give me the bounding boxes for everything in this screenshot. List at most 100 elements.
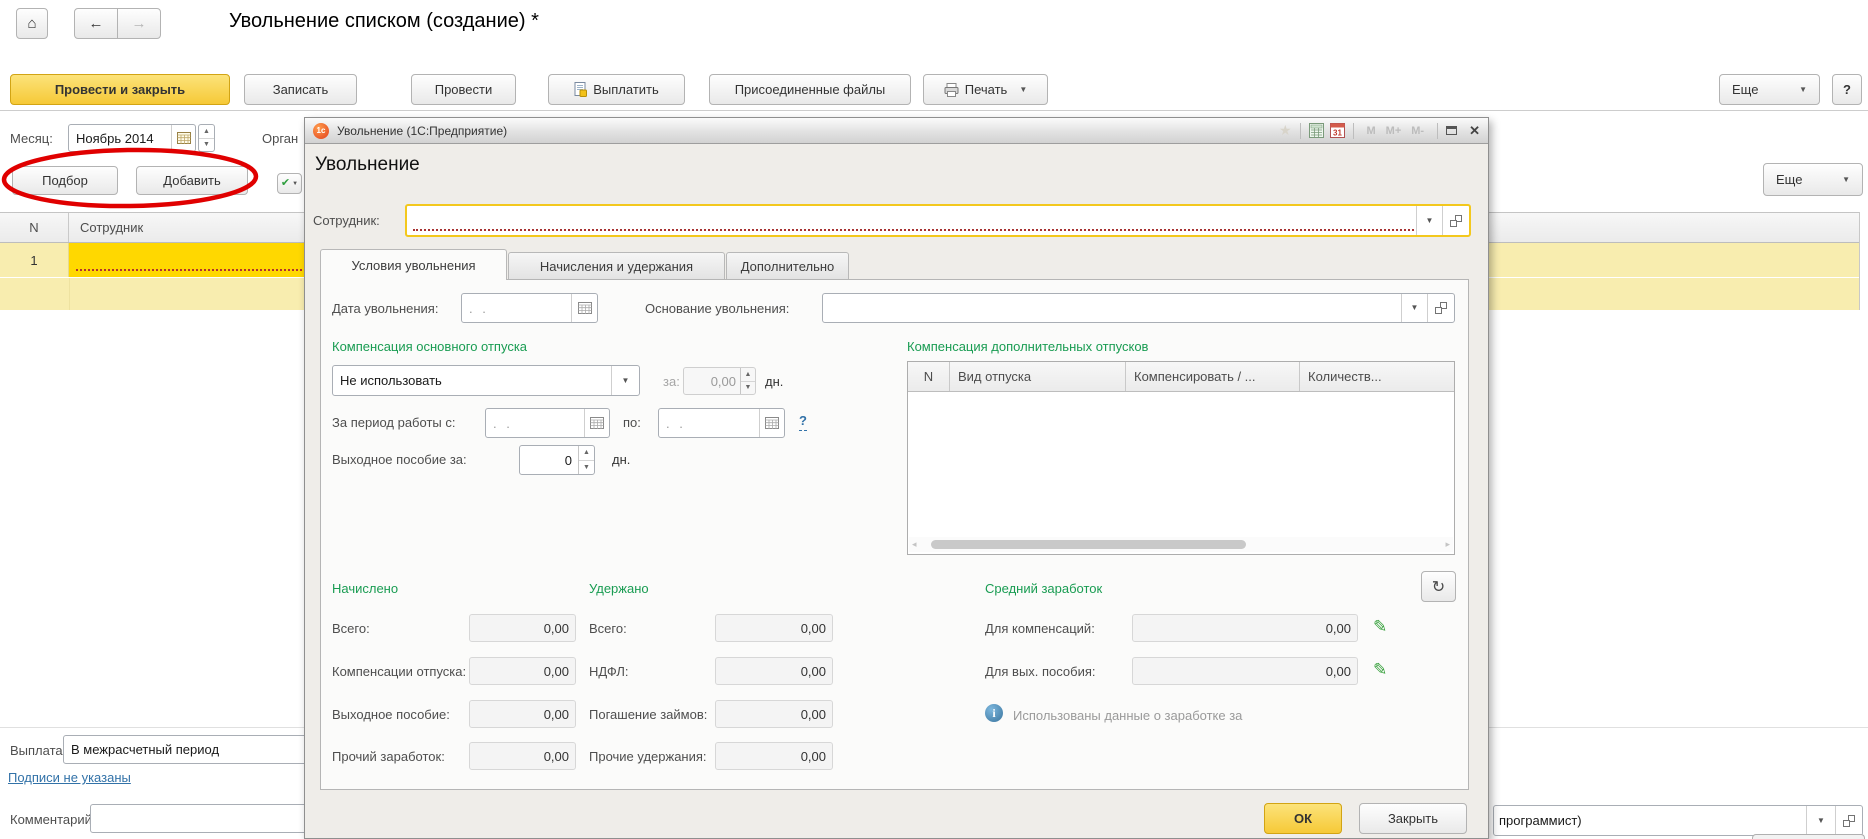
- responsible-dropdown-button[interactable]: ▼: [1806, 806, 1835, 835]
- scroll-right-icon[interactable]: ▸: [1445, 539, 1450, 550]
- main-vacation-section-title: Компенсация основного отпуска: [332, 338, 527, 356]
- employee-open-button[interactable]: [1442, 206, 1469, 235]
- memory-m-plus-button[interactable]: М+: [1386, 125, 1402, 137]
- tab-dismissal-conditions[interactable]: Условия увольнения: [320, 249, 507, 280]
- dismissal-date-input[interactable]: . .: [461, 293, 598, 323]
- employee-open-icon: [1450, 215, 1462, 227]
- responsible-dropdown-icon: ▼: [1817, 817, 1825, 825]
- add-button[interactable]: Добавить: [136, 166, 248, 195]
- toolbar-separator: [0, 110, 1868, 111]
- responsible-combo[interactable]: программист) ▼: [1493, 805, 1863, 836]
- favorites-star-icon[interactable]: ★: [1279, 122, 1292, 139]
- payment-value: В межрасчетный период: [64, 736, 317, 763]
- withheld-ndfl-label: НДФЛ:: [589, 663, 629, 681]
- payment-input[interactable]: В межрасчетный период: [63, 735, 318, 764]
- extra-col-type[interactable]: Вид отпуска: [950, 362, 1126, 391]
- extra-vacations-table: N Вид отпуска Компенсировать / ... Колич…: [907, 361, 1455, 555]
- edit-average-compensation-icon[interactable]: ✎: [1373, 618, 1387, 635]
- month-step-down-icon[interactable]: ▼: [199, 139, 214, 152]
- compensation-mode-dropdown-button[interactable]: ▼: [611, 366, 639, 395]
- severance-days-value: 0: [520, 446, 578, 474]
- print-button[interactable]: Печать ▼: [923, 74, 1048, 105]
- close-button[interactable]: ✕: [1469, 123, 1480, 139]
- dismissal-date-calendar-button[interactable]: [571, 294, 597, 322]
- period-from-input[interactable]: . .: [485, 408, 610, 438]
- signatures-link[interactable]: Подписи не указаны: [8, 769, 131, 787]
- help-button[interactable]: ?: [1832, 74, 1862, 105]
- print-button-label: Печать: [965, 82, 1008, 97]
- attached-files-button[interactable]: Присоединенные файлы: [709, 74, 911, 105]
- tab-accruals-deductions[interactable]: Начисления и удержания: [508, 252, 725, 280]
- list-header-number[interactable]: N: [0, 213, 69, 242]
- clipped-button-edge: [1752, 834, 1865, 839]
- row-number-cell[interactable]: 1: [0, 243, 69, 277]
- home-button[interactable]: ⌂: [16, 8, 48, 39]
- list-more-button[interactable]: Еще ▼: [1763, 163, 1863, 196]
- calendar-grid-icon: [578, 302, 592, 314]
- period-to-label: по:: [623, 414, 641, 432]
- month-calendar-button[interactable]: [171, 125, 195, 151]
- severance-step-down-icon[interactable]: ▼: [579, 461, 594, 475]
- reason-dropdown-button[interactable]: ▼: [1401, 294, 1427, 322]
- tab-additional[interactable]: Дополнительно: [726, 252, 849, 280]
- row2-col-divider: [69, 278, 70, 310]
- severance-label: Выходное пособие за:: [332, 451, 467, 469]
- period-to-calendar-button[interactable]: [759, 409, 784, 437]
- za-label: за:: [663, 373, 680, 391]
- work-period-label: За период работы с:: [332, 414, 455, 432]
- withheld-loans-value: 0,00: [715, 700, 833, 728]
- toolbar-more-dropdown-icon: ▼: [1799, 86, 1807, 94]
- extra-table-hscrollbar[interactable]: ◂ ▸: [909, 537, 1453, 552]
- dialog-employee-input[interactable]: ▼: [405, 204, 1471, 237]
- average-compensation-label: Для компенсаций:: [985, 620, 1095, 638]
- scroll-left-icon[interactable]: ◂: [912, 539, 917, 550]
- recalculate-button[interactable]: ↻: [1421, 571, 1456, 602]
- comment-value: [91, 805, 319, 832]
- dialog-titlebar[interactable]: 1с Увольнение (1С:Предприятие) ★ 31 М М+…: [305, 118, 1488, 144]
- calendar-31-icon[interactable]: 31: [1330, 123, 1345, 138]
- post-button[interactable]: Провести: [411, 74, 516, 105]
- period-from-calendar-button[interactable]: [584, 409, 609, 437]
- memory-m-button[interactable]: М: [1367, 125, 1376, 137]
- toolbar-more-button[interactable]: Еще ▼: [1719, 74, 1820, 105]
- extra-col-compensate[interactable]: Компенсировать / ...: [1126, 362, 1300, 391]
- maximize-button[interactable]: [1446, 126, 1457, 135]
- accrued-vacation-comp-label: Компенсации отпуска:: [332, 663, 466, 681]
- ok-button[interactable]: ОК: [1264, 803, 1342, 834]
- average-severance-value: 0,00: [1132, 657, 1358, 685]
- period-to-input[interactable]: . .: [658, 408, 785, 438]
- payment-label: Выплата:: [10, 742, 66, 760]
- comment-input[interactable]: [90, 804, 320, 833]
- responsible-open-button[interactable]: [1835, 806, 1862, 835]
- accrued-section-title: Начислено: [332, 580, 398, 598]
- month-input[interactable]: Ноябрь 2014: [68, 124, 196, 152]
- severance-step-up-icon[interactable]: ▲: [579, 446, 594, 461]
- pick-button[interactable]: Подбор: [12, 166, 118, 195]
- extra-col-number[interactable]: N: [908, 362, 950, 391]
- mark-dropdown-icon: ▼: [292, 180, 298, 188]
- hscroll-thumb[interactable]: [931, 540, 1246, 549]
- severance-days-stepper[interactable]: 0 ▲ ▼: [519, 445, 595, 475]
- month-stepper[interactable]: ▲ ▼: [198, 124, 215, 152]
- compensation-mode-combo[interactable]: Не использовать ▼: [332, 365, 640, 396]
- period-to-value: . .: [659, 409, 759, 437]
- pay-button[interactable]: Выплатить: [548, 74, 685, 105]
- month-step-up-icon[interactable]: ▲: [199, 125, 214, 139]
- mark-dropdown-button[interactable]: ✔ ▼: [277, 173, 302, 194]
- calculator-icon[interactable]: [1309, 123, 1324, 138]
- days-suffix-2: дн.: [612, 451, 630, 469]
- forward-button[interactable]: →: [117, 8, 161, 39]
- reason-combo[interactable]: ▼: [822, 293, 1455, 323]
- dialog-employee-label: Сотрудник:: [313, 212, 380, 230]
- reason-open-button[interactable]: [1427, 294, 1454, 322]
- withheld-total-label: Всего:: [589, 620, 627, 638]
- post-and-close-button[interactable]: Провести и закрыть: [10, 74, 230, 105]
- back-button[interactable]: ←: [74, 8, 118, 39]
- employee-dropdown-button[interactable]: ▼: [1416, 206, 1442, 235]
- dialog-close-button[interactable]: Закрыть: [1359, 803, 1467, 834]
- period-help-link[interactable]: ?: [799, 412, 807, 431]
- edit-average-severance-icon[interactable]: ✎: [1373, 661, 1387, 678]
- extra-col-quantity[interactable]: Количеств...: [1300, 362, 1454, 391]
- memory-m-minus-button[interactable]: М-: [1411, 125, 1424, 137]
- write-button[interactable]: Записать: [244, 74, 357, 105]
